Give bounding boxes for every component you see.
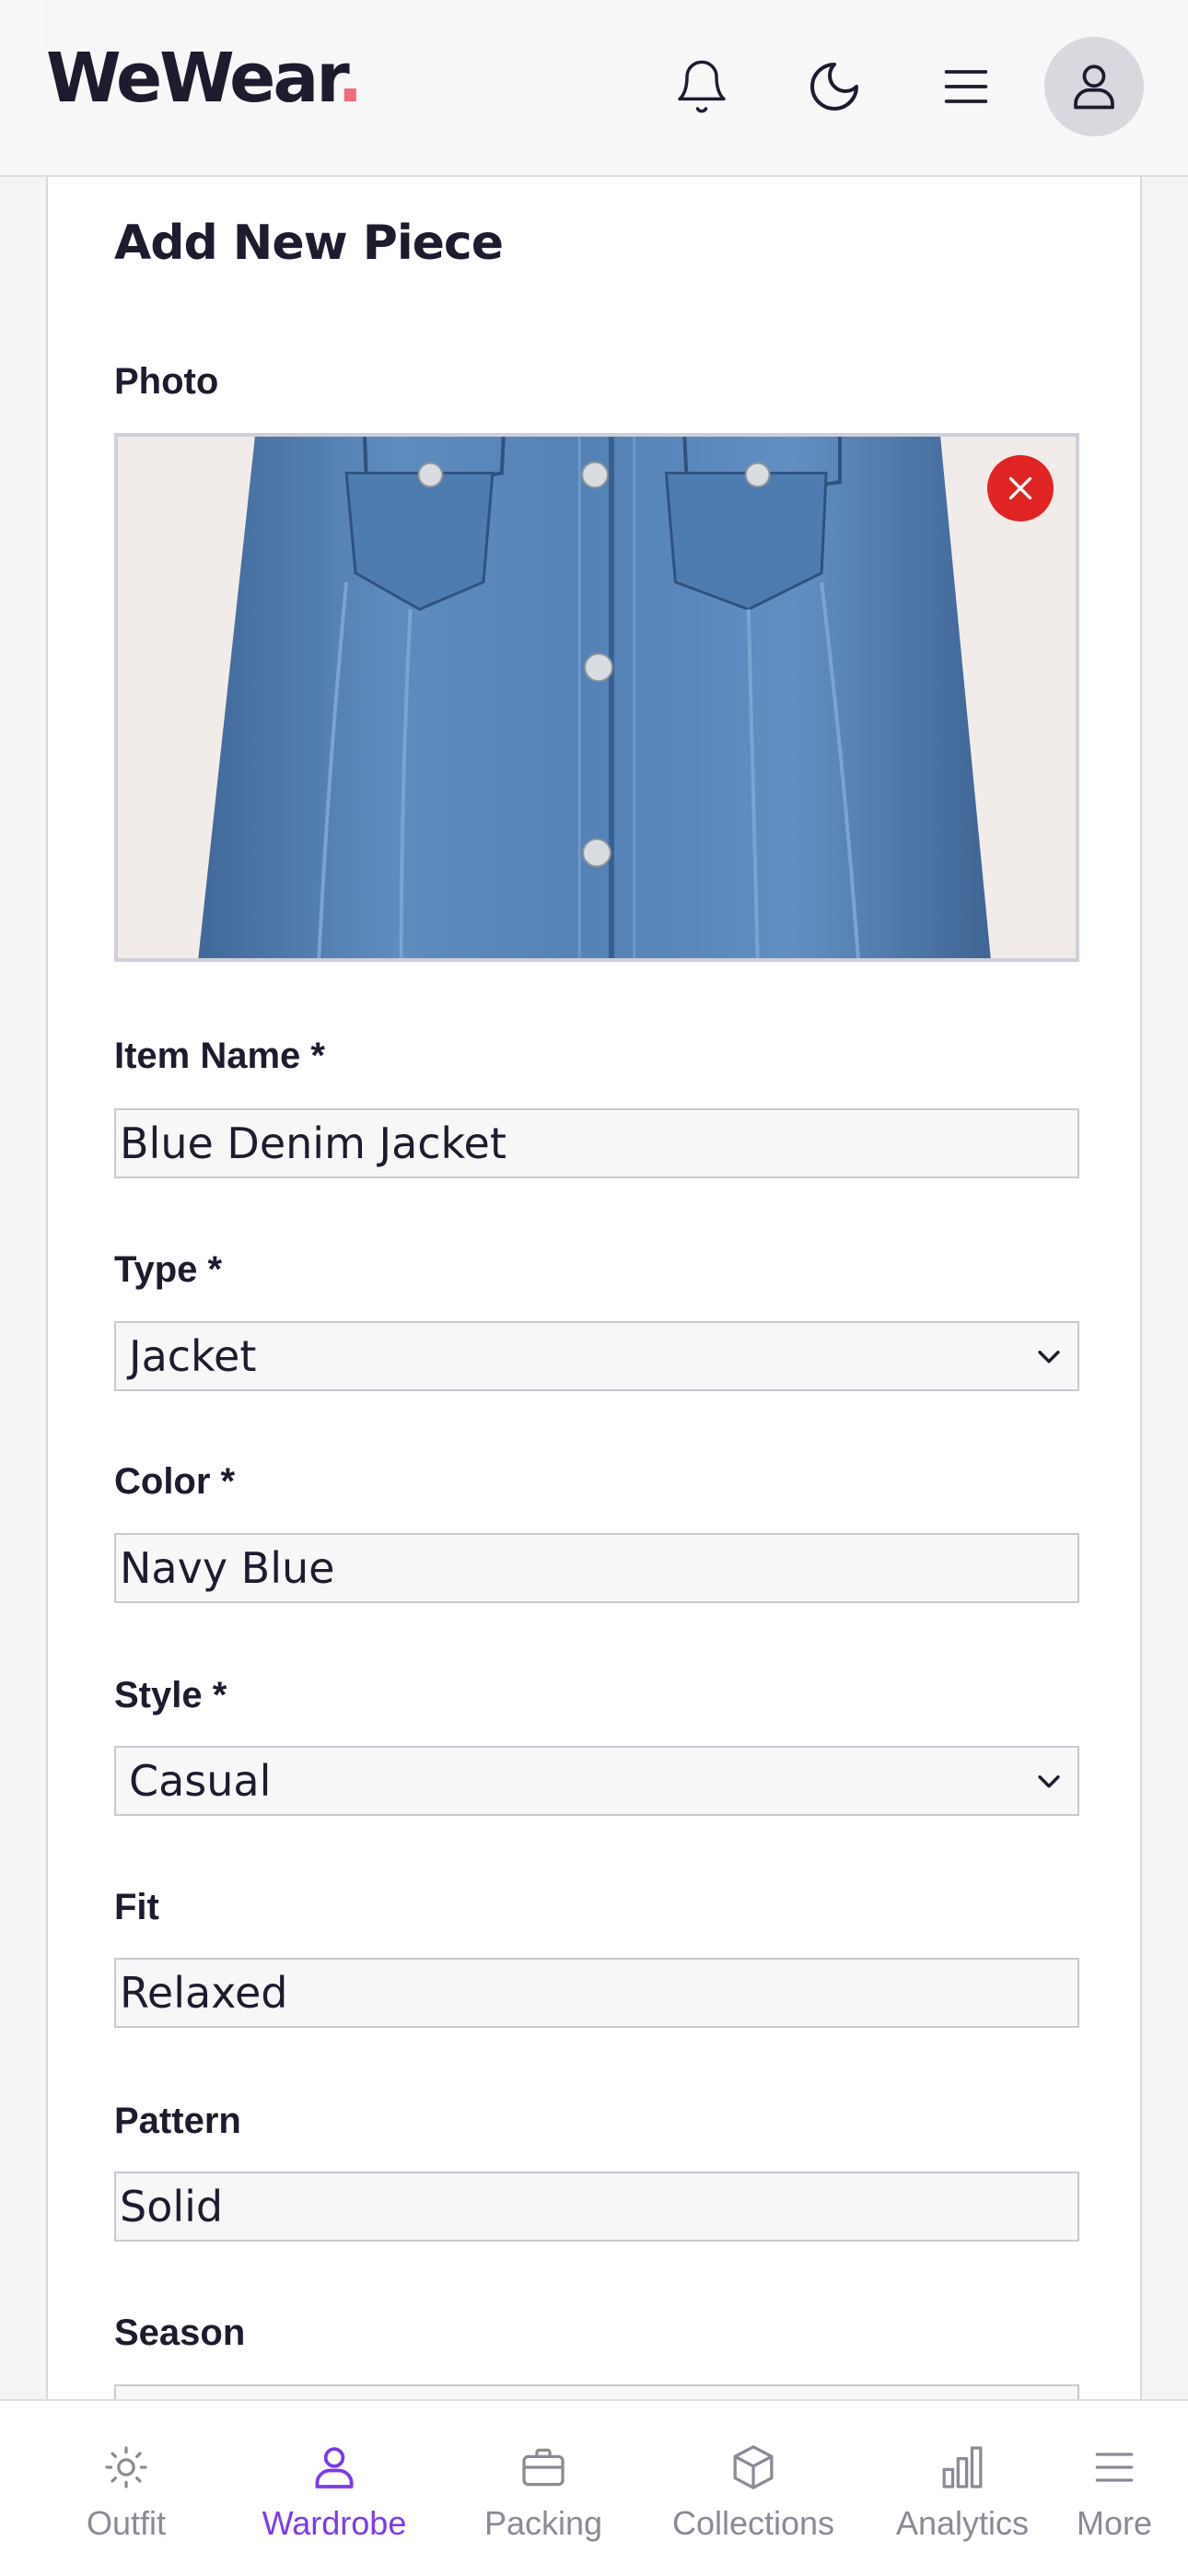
season-label: Season: [114, 2313, 246, 2353]
color-value: Navy Blue: [120, 1543, 335, 1593]
briefcase-icon: [522, 2448, 565, 2487]
type-label: Type *: [114, 1249, 223, 1290]
menu-icon: [944, 70, 988, 103]
nav-item-packing[interactable]: Packing: [465, 2401, 622, 2576]
style-value: Casual: [129, 1756, 272, 1806]
pattern-input[interactable]: Solid: [114, 2172, 1079, 2242]
bar-chart-icon: [942, 2446, 983, 2488]
photo-label: Photo: [114, 361, 219, 402]
app-screen: WeWear. Add New Piece Photo Item Name * …: [0, 0, 1188, 2576]
dark-mode-toggle[interactable]: [788, 41, 880, 133]
close-icon: [1008, 476, 1032, 500]
nav-item-wardrobe[interactable]: Wardrobe: [247, 2401, 422, 2576]
add-piece-card: Add New Piece Photo Item Name * Blue Den…: [46, 177, 1142, 2454]
remove-photo-button[interactable]: [987, 455, 1054, 521]
pattern-label: Pattern: [114, 2101, 241, 2141]
notifications-button[interactable]: [656, 41, 748, 133]
bell-icon: [678, 60, 726, 113]
sun-icon: [105, 2446, 147, 2488]
type-value: Jacket: [129, 1331, 257, 1381]
pattern-value: Solid: [120, 2182, 224, 2231]
denim-jacket-photo: [118, 437, 1076, 958]
nav-label: Analytics: [895, 2504, 1030, 2542]
nav-label: More: [1076, 2504, 1153, 2542]
item-name-input[interactable]: Blue Denim Jacket: [114, 1108, 1079, 1178]
type-select[interactable]: Jacket: [114, 1321, 1079, 1391]
color-label: Color *: [114, 1461, 236, 1502]
chevron-down-icon: [1038, 1775, 1060, 1788]
color-input[interactable]: Navy Blue: [114, 1533, 1079, 1603]
photo-preview[interactable]: [114, 433, 1079, 962]
nav-item-outfit[interactable]: Outfit: [57, 2401, 195, 2576]
chevron-down-icon: [1038, 1351, 1060, 1364]
nav-label: Collections: [671, 2504, 835, 2542]
app-header: WeWear.: [0, 0, 1188, 177]
fit-value: Relaxed: [120, 1968, 288, 2018]
nav-item-collections[interactable]: Collections: [661, 2401, 845, 2576]
style-label: Style *: [114, 1675, 227, 1715]
logo-text: WeWear: [46, 39, 340, 118]
brand-logo[interactable]: WeWear.: [46, 39, 363, 118]
item-name-label: Item Name *: [114, 1036, 325, 1076]
user-icon: [1074, 64, 1114, 110]
person-icon: [315, 2447, 354, 2488]
style-select[interactable]: Casual: [114, 1746, 1079, 1816]
fit-input[interactable]: Relaxed: [114, 1958, 1079, 2028]
page-title: Add New Piece: [114, 216, 504, 271]
nav-label: Outfit: [86, 2504, 167, 2542]
moon-icon: [810, 63, 858, 111]
menu-button[interactable]: [920, 41, 1012, 133]
nav-label: Packing: [483, 2504, 603, 2542]
nav-item-analytics[interactable]: Analytics: [884, 2401, 1041, 2576]
bottom-navigation: Outfit Wardrobe Packing Collections Anal…: [0, 2399, 1188, 2576]
nav-label: Wardrobe: [262, 2504, 407, 2542]
item-name-value: Blue Denim Jacket: [120, 1118, 507, 1168]
logo-dot: .: [337, 39, 363, 118]
avatar-button[interactable]: [1044, 37, 1144, 136]
nav-item-more[interactable]: More: [1068, 2401, 1160, 2576]
cube-icon: [733, 2445, 774, 2489]
menu-icon: [1095, 2453, 1134, 2482]
fit-label: Fit: [114, 1887, 159, 1927]
